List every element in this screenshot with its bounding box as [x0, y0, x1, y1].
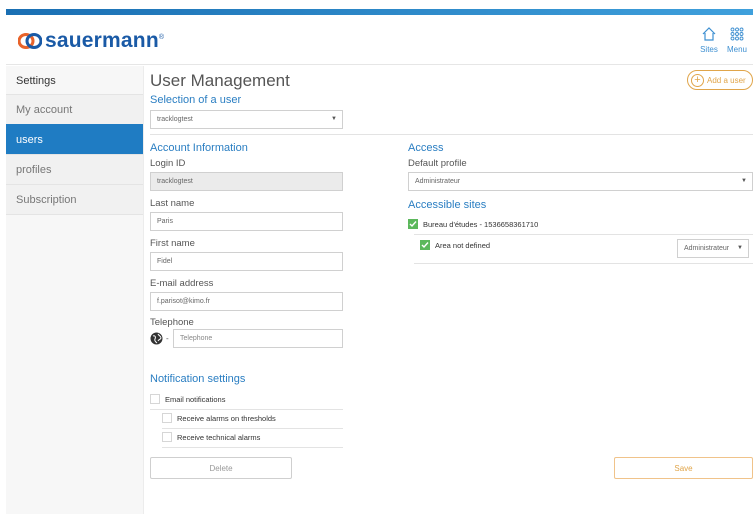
area-profile-value: Administrateur — [684, 245, 730, 252]
sidebar-item-my-account[interactable]: My account — [6, 94, 143, 124]
threshold-alarms-label: Receive alarms on thresholds — [177, 413, 276, 423]
area-checkbox[interactable]: Area not defined — [420, 240, 490, 250]
last-name-input[interactable]: Paris — [150, 212, 343, 231]
add-user-label: Add a user — [707, 75, 746, 85]
accessible-sites-title: Accessible sites — [408, 199, 487, 211]
house-icon — [695, 23, 723, 45]
selection-title: Selection of a user — [150, 94, 242, 106]
access-title: Access — [408, 142, 444, 154]
technical-alarms-checkbox[interactable]: Receive technical alarms — [162, 432, 260, 442]
threshold-alarms-checkbox[interactable]: Receive alarms on thresholds — [162, 413, 276, 423]
settings-sidebar: Settings My account users profiles Subsc… — [6, 66, 144, 514]
checkmark-icon — [408, 219, 418, 229]
technical-alarms-label: Receive technical alarms — [177, 432, 261, 442]
login-id-label: Login ID — [150, 158, 186, 169]
divider — [162, 428, 343, 429]
app-header: sauermann® Sites Menu — [6, 15, 753, 65]
divider — [162, 447, 343, 448]
sidebar-divider — [6, 214, 143, 215]
phone-prefix: - — [166, 334, 169, 343]
menu-label: Menu — [726, 45, 747, 54]
add-user-button[interactable]: + Add a user — [687, 70, 753, 90]
email-notifications-label: Email notifications — [165, 394, 226, 404]
divider — [414, 234, 753, 235]
telephone-label: Telephone — [150, 317, 194, 328]
site-checkbox[interactable]: Bureau d'études - 1536658361710 — [408, 219, 538, 229]
save-button[interactable]: Save — [614, 457, 753, 479]
last-name-label: Last name — [150, 198, 195, 209]
account-info-title: Account Information — [150, 142, 248, 154]
email-notifications-checkbox[interactable]: Email notifications — [150, 394, 225, 404]
user-select-value: tracklogtest — [157, 116, 193, 123]
caret-down-icon: ▼ — [331, 116, 337, 122]
sidebar-item-users[interactable]: users — [6, 124, 143, 154]
sites-button[interactable]: Sites — [695, 23, 723, 54]
menu-button[interactable]: Menu — [723, 23, 751, 54]
brand-logo[interactable]: sauermann® — [17, 29, 165, 53]
divider — [150, 134, 753, 135]
caret-down-icon: ▼ — [741, 178, 747, 184]
grid-icon — [723, 23, 751, 45]
first-name-label: First name — [150, 238, 195, 249]
checkbox-box — [162, 413, 172, 423]
sauermann-logo-icon — [17, 32, 43, 50]
sidebar-item-profiles[interactable]: profiles — [6, 154, 143, 184]
globe-icon[interactable] — [150, 332, 163, 345]
sidebar-item-subscription[interactable]: Subscription — [6, 184, 143, 214]
first-name-input[interactable]: Fidel — [150, 252, 343, 271]
page-title: User Management — [150, 71, 290, 90]
plus-icon: + — [691, 73, 704, 87]
sites-label: Sites — [700, 45, 718, 54]
delete-button[interactable]: Delete — [150, 457, 292, 479]
telephone-input[interactable]: Telephone — [173, 329, 343, 348]
default-profile-select[interactable]: Administrateur ▼ — [408, 172, 753, 191]
login-id-field: tracklogtest — [150, 172, 343, 191]
area-name: Area not defined — [435, 240, 491, 250]
user-select[interactable]: tracklogtest ▼ — [150, 110, 343, 129]
email-label: E-mail address — [150, 278, 214, 289]
checkmark-icon — [420, 240, 430, 250]
default-profile-label: Default profile — [408, 158, 467, 169]
user-management-panel: User Management + Add a user Selection o… — [150, 66, 753, 514]
sidebar-title: Settings — [16, 75, 56, 87]
notification-settings-title: Notification settings — [150, 373, 246, 385]
divider — [150, 409, 343, 410]
site-name: Bureau d'études - 1536658361710 — [423, 219, 539, 229]
default-profile-value: Administrateur — [415, 178, 461, 185]
brand-name: sauermann® — [45, 29, 165, 52]
top-accent-bar — [0, 0, 753, 16]
checkbox-box — [150, 394, 160, 404]
checkbox-box — [162, 432, 172, 442]
email-input[interactable]: f.parisot@kimo.fr — [150, 292, 343, 311]
area-profile-select[interactable]: Administrateur ▼ — [677, 239, 749, 258]
caret-down-icon: ▼ — [737, 245, 743, 251]
divider — [414, 263, 753, 264]
